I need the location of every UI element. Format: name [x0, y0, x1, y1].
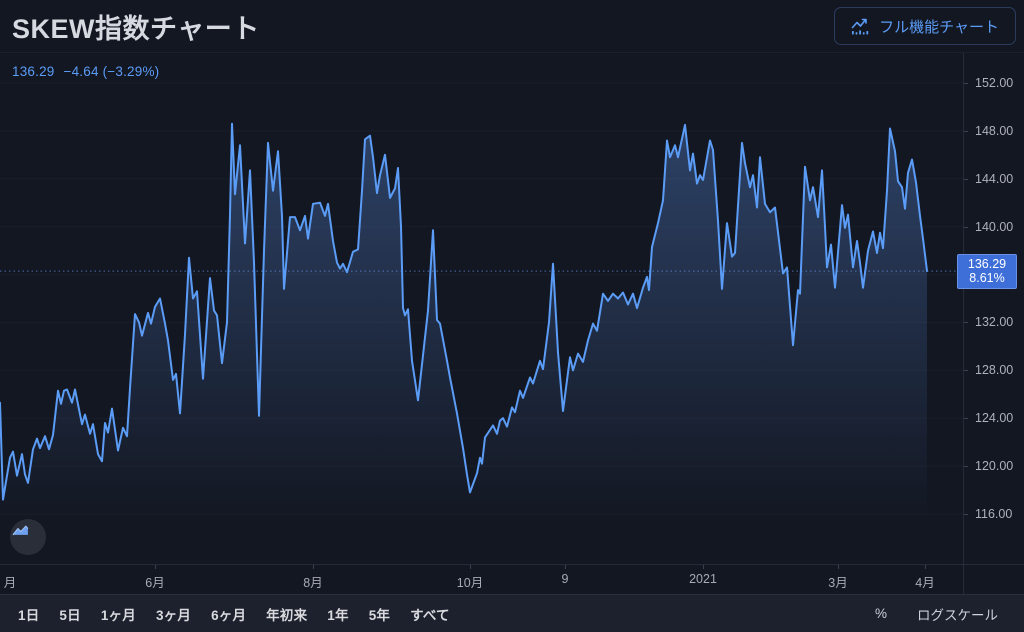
- percent-scale-button[interactable]: %: [867, 600, 895, 627]
- x-axis-label: 6月: [145, 572, 164, 591]
- area-fill: [0, 124, 927, 564]
- x-axis-tick: [925, 565, 926, 569]
- y-axis-label: 140.00: [964, 220, 1024, 234]
- full-chart-button-label: フル機能チャート: [879, 16, 999, 37]
- full-chart-button[interactable]: フル機能チャート: [834, 7, 1016, 45]
- range-button-2[interactable]: 5日: [49, 598, 90, 630]
- x-axis-tick: [703, 565, 704, 569]
- range-button-9[interactable]: すべて: [400, 598, 460, 630]
- y-axis-label: 148.00: [964, 124, 1024, 138]
- x-axis-label: 10月: [457, 572, 483, 591]
- range-button-1[interactable]: 1日: [8, 598, 49, 630]
- y-axis-label: 120.00: [964, 459, 1024, 473]
- chart-line-icon: [851, 18, 870, 35]
- quote-change: −4.64 (−3.29%): [64, 64, 160, 79]
- range-button-6[interactable]: 年初来: [256, 598, 317, 630]
- chart-style-button[interactable]: [10, 519, 46, 555]
- toolbar-right: % ログスケール: [867, 598, 1016, 630]
- current-price-badge: 136.29 8.61%: [957, 254, 1017, 289]
- x-axis-tick: [470, 565, 471, 569]
- x-axis-tick: [155, 565, 156, 569]
- x-axis-tick: [313, 565, 314, 569]
- chart-plot[interactable]: [0, 53, 963, 564]
- badge-price: 136.29: [962, 257, 1012, 271]
- quote-price: 136.29: [12, 64, 55, 79]
- page-title: SKEW指数チャート: [12, 7, 260, 46]
- x-axis-label: 8月: [303, 572, 322, 591]
- log-scale-button[interactable]: ログスケール: [909, 598, 1006, 630]
- y-axis-label: 144.00: [964, 172, 1024, 186]
- y-axis-label: 116.00: [964, 507, 1024, 521]
- range-toolbar: 1日5日1ヶ月3ヶ月6ヶ月年初来1年5年すべて % ログスケール: [0, 594, 1024, 632]
- price-axis[interactable]: 152.00 148.00 144.00 140.00 132.00 128.00 124.…: [963, 53, 1024, 564]
- range-button-3[interactable]: 1ヶ月: [91, 598, 146, 630]
- range-button-7[interactable]: 1年: [317, 598, 358, 630]
- y-axis-label: 124.00: [964, 411, 1024, 425]
- range-button-4[interactable]: 3ヶ月: [146, 598, 201, 630]
- range-button-8[interactable]: 5年: [359, 598, 400, 630]
- badge-percent: 8.61%: [962, 271, 1012, 285]
- x-axis-tick: [838, 565, 839, 569]
- x-axis-label: 月: [4, 572, 17, 591]
- y-axis-label: 152.00: [964, 76, 1024, 90]
- quote-summary: 136.29 −4.64 (−3.29%): [12, 64, 159, 79]
- x-axis-label: 2021: [689, 572, 717, 586]
- x-axis-tick: [565, 565, 566, 569]
- page-header: SKEW指数チャート フル機能チャート: [0, 0, 1024, 52]
- chart-widget: 136.29 −4.64 (−3.29%) 152.00 148.00 144.00…: [0, 52, 1024, 631]
- range-button-5[interactable]: 6ヶ月: [201, 598, 256, 630]
- x-axis-label: 4月: [915, 572, 934, 591]
- y-axis-label: 128.00: [964, 363, 1024, 377]
- time-axis[interactable]: 月 6月 8月 10月 9 2021 3月 4月: [0, 564, 1024, 594]
- x-axis-label: 3月: [828, 572, 847, 591]
- axis-corner-divider: [963, 565, 964, 594]
- x-axis-label: 9: [562, 572, 569, 586]
- y-axis-label: 132.00: [964, 315, 1024, 329]
